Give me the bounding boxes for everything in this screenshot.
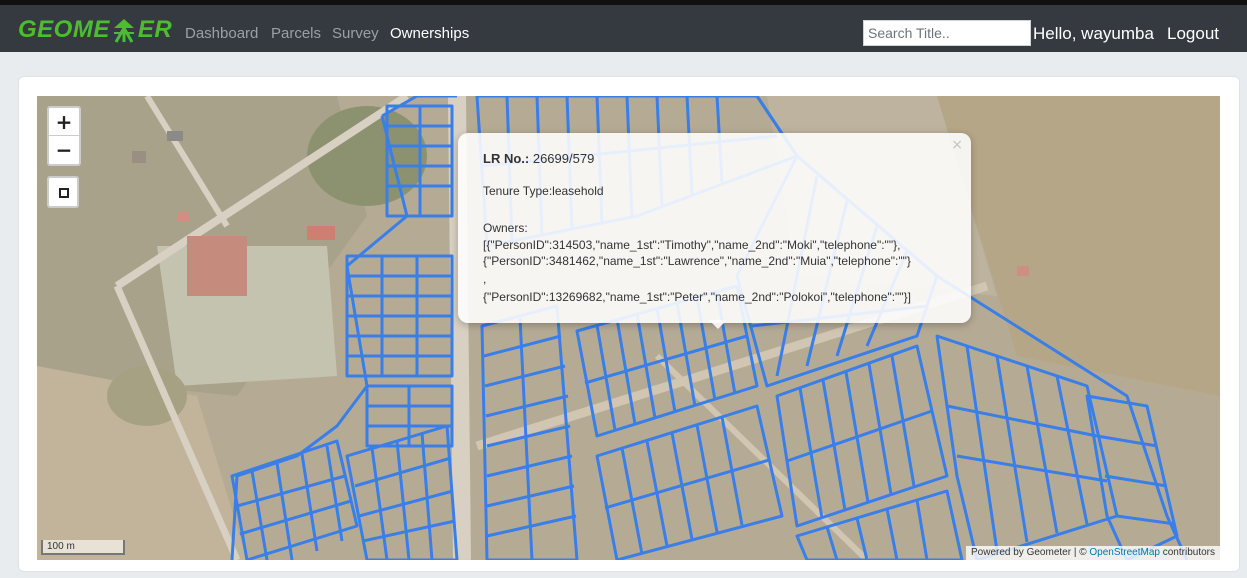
owners-json-separator: , xyxy=(483,272,487,286)
fullscreen-button[interactable] xyxy=(47,176,79,208)
square-frame-icon xyxy=(59,188,69,198)
scale-bar: 100 m xyxy=(41,540,125,555)
nav-parcels[interactable]: Parcels xyxy=(271,25,321,42)
tripod-icon xyxy=(113,19,134,43)
owners-json-line-1: [{"PersonID":314503,"name_1st":"Timothy"… xyxy=(483,238,901,252)
lr-number-value: 26699/579 xyxy=(532,151,595,166)
brand-logo[interactable]: GEOME ER xyxy=(18,15,172,45)
search-input[interactable] xyxy=(863,20,1031,46)
tenure-type: Tenure Type:leasehold xyxy=(483,184,604,198)
close-icon[interactable]: × xyxy=(951,137,963,153)
lr-number-label: LR No.: xyxy=(483,151,530,166)
map-attribution: Powered by Geometer | © OpenStreetMap co… xyxy=(966,546,1220,560)
logout-link[interactable]: Logout xyxy=(1167,24,1219,44)
user-greeting: Hello, wayumba xyxy=(1033,24,1154,43)
brand-text-left: GEOME xyxy=(18,16,110,43)
nav-dashboard[interactable]: Dashboard xyxy=(185,25,258,42)
map-view[interactable]: + − × LR No.: 26699/579 Tenure Type:leas… xyxy=(37,96,1220,560)
owners-json-line-2: {"PersonID":3481462,"name_1st":"Lawrence… xyxy=(483,254,911,268)
zoom-control: + − xyxy=(47,106,81,166)
parcel-info-popup: × LR No.: 26699/579 Tenure Type:leasehol… xyxy=(458,133,971,323)
owners-json-line-3: {"PersonID":13269682,"name_1st":"Peter",… xyxy=(483,290,911,304)
lr-number-line: LR No.: 26699/579 xyxy=(483,151,594,166)
zoom-in-button[interactable]: + xyxy=(49,108,79,136)
brand-text-right: ER xyxy=(137,16,173,43)
attribution-prefix: Powered by Geometer | © xyxy=(971,547,1090,558)
nav-survey[interactable]: Survey xyxy=(332,25,379,42)
navbar: GEOME ER Dashboard Parcels Survey Owners… xyxy=(0,5,1247,52)
owners-label: Owners: xyxy=(483,221,528,235)
openstreetmap-link[interactable]: OpenStreetMap xyxy=(1089,547,1160,558)
nav-ownerships[interactable]: Ownerships xyxy=(390,25,469,42)
zoom-out-button[interactable]: − xyxy=(49,136,79,164)
attribution-suffix: contributors xyxy=(1159,547,1215,558)
popup-tip xyxy=(709,320,727,329)
